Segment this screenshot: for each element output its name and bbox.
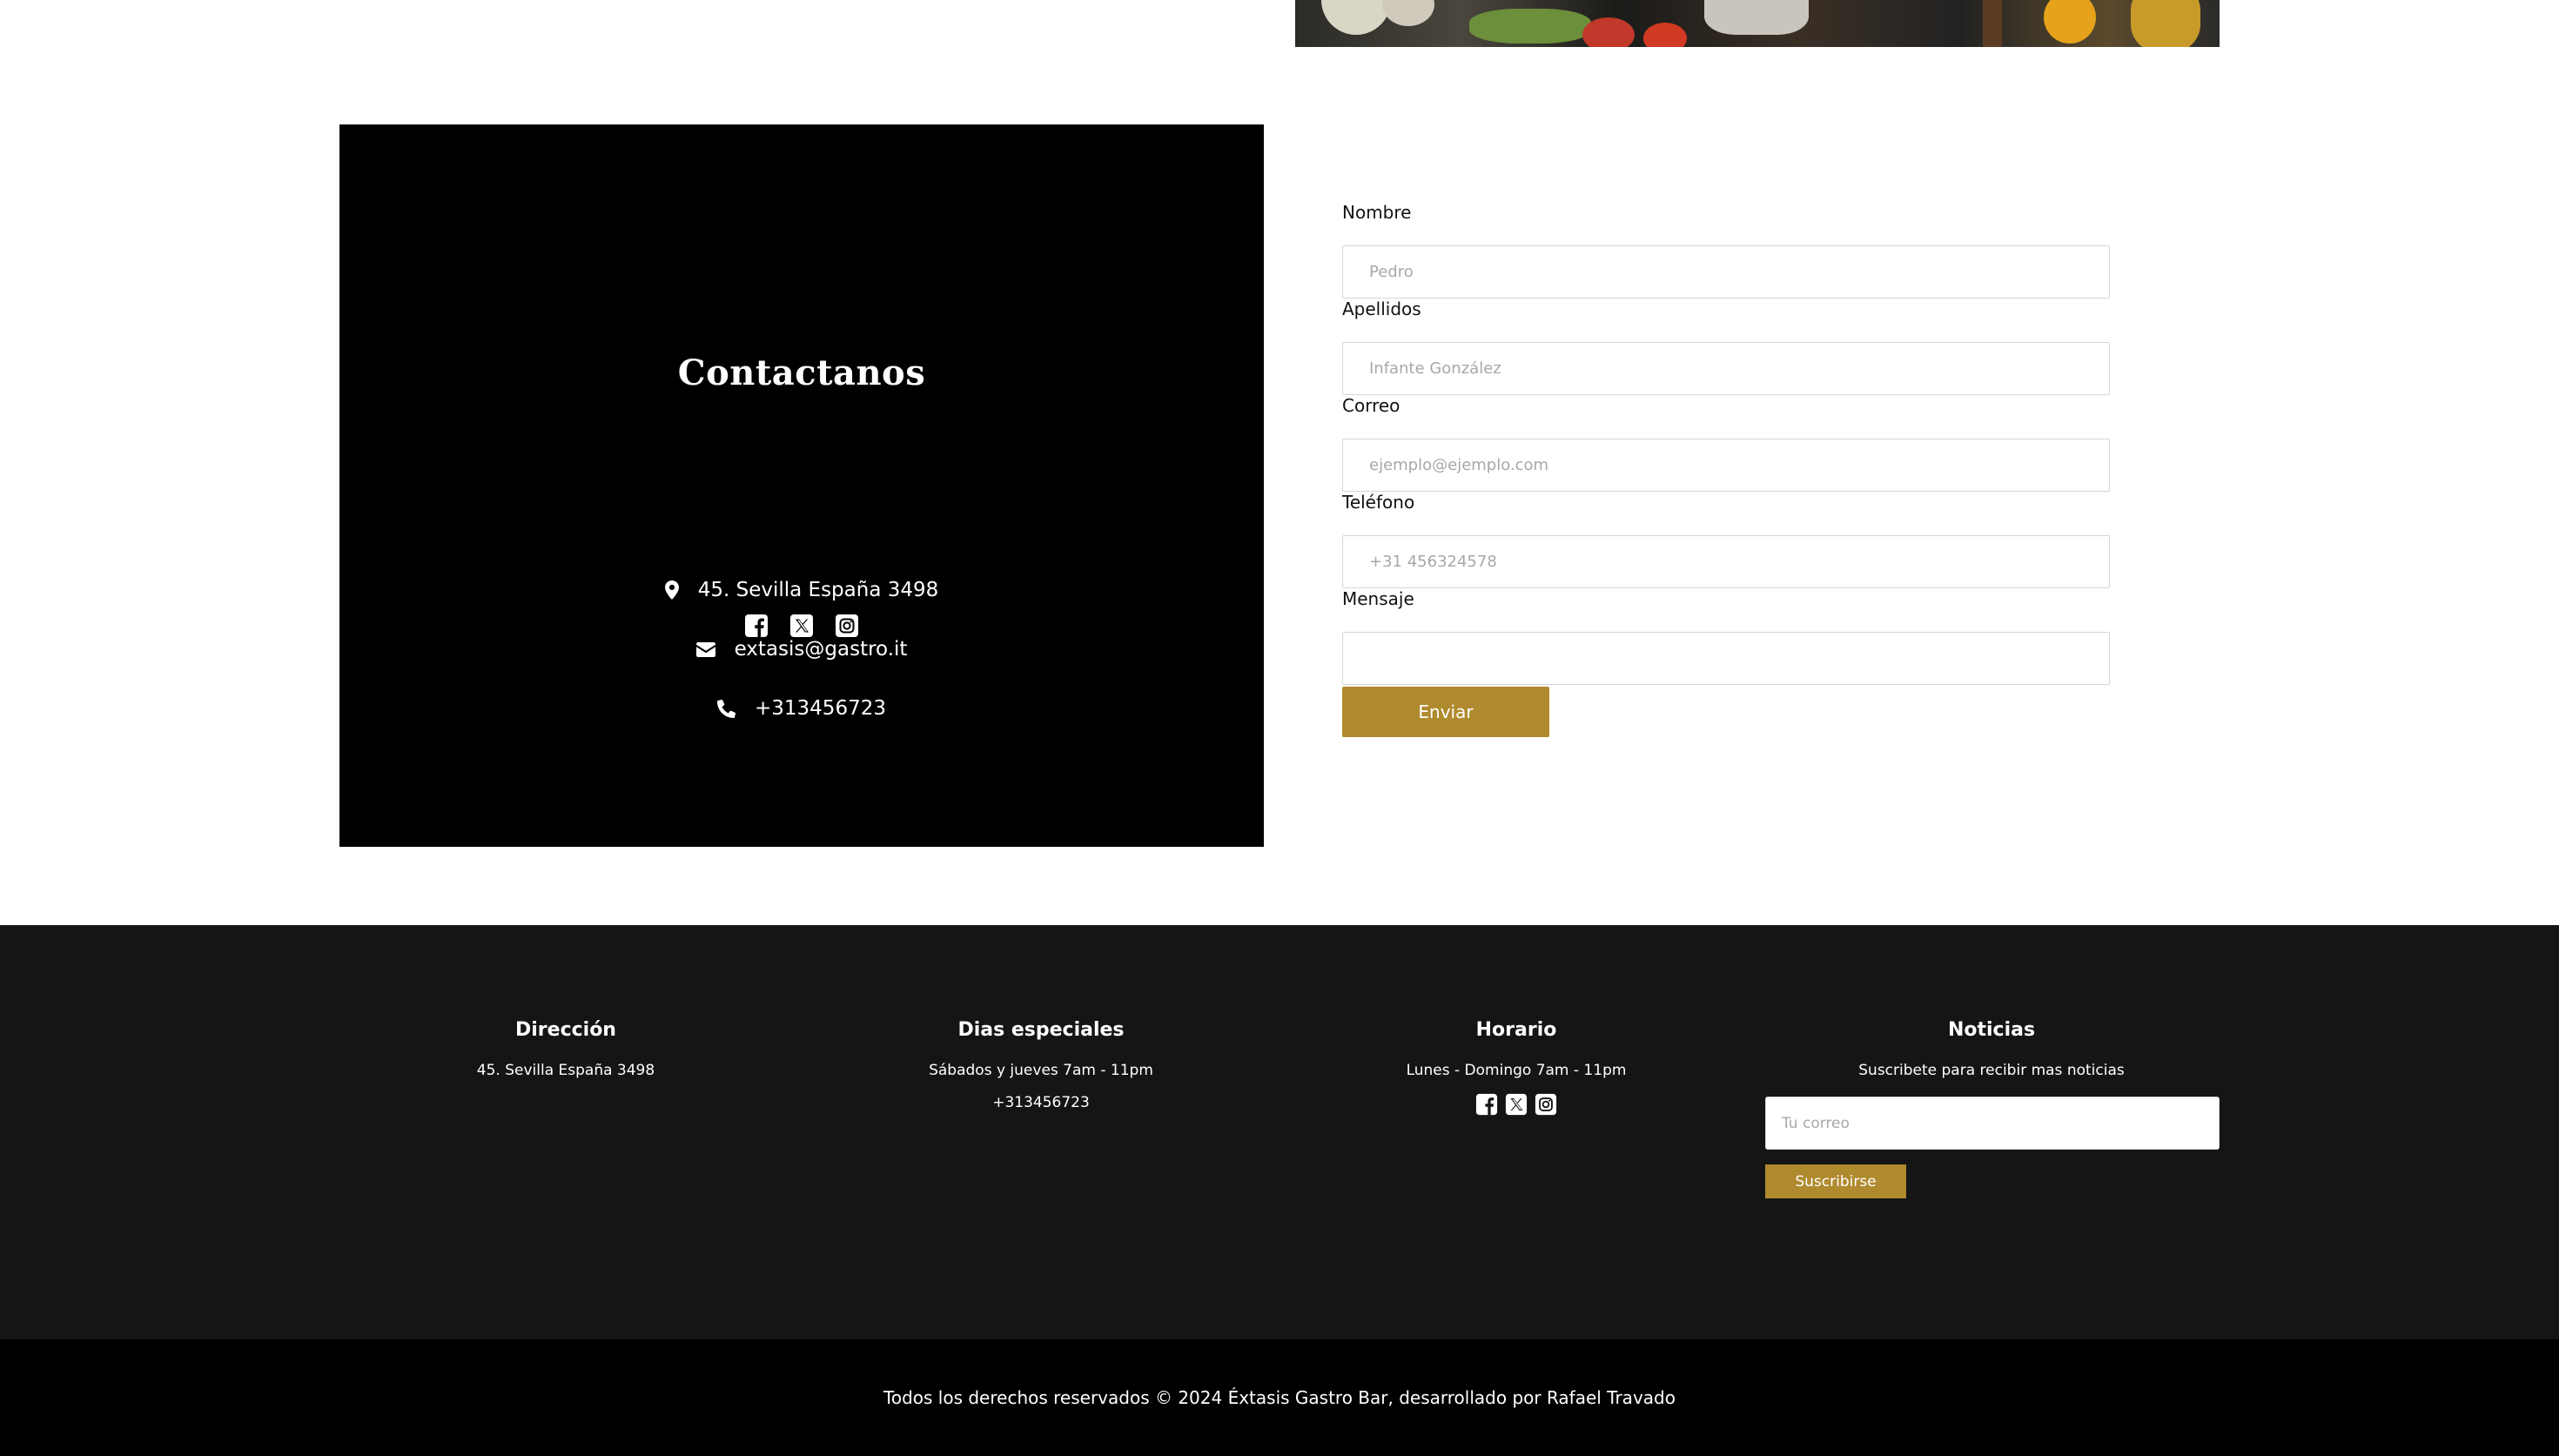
footer-social-links — [1299, 1093, 1734, 1116]
contact-social-links — [339, 614, 1264, 638]
contact-panel: Contactanos 45. Sevilla España 3498 exta… — [339, 124, 1264, 847]
footer-special-hours: Sábados y jueves 7am - 11pm — [929, 1062, 1153, 1079]
footer-col-title: Dias especiales — [957, 1019, 1125, 1041]
contact-phone-row: +313456723 — [339, 697, 1264, 720]
nombre-label: Nombre — [1342, 202, 1412, 223]
footer-col-hours: Horario Lunes - Domingo 7am - 11pm — [1299, 1019, 1734, 1116]
apellidos-input[interactable] — [1342, 342, 2110, 395]
footer-newsletter-text: Suscribete para recibir mas noticias — [1858, 1062, 2125, 1079]
contact-phone[interactable]: +313456723 — [755, 697, 886, 720]
contact-address: 45. Sevilla España 3498 — [697, 579, 939, 601]
instagram-icon[interactable] — [1535, 1093, 1557, 1116]
contact-address-row: 45. Sevilla España 3498 — [339, 579, 1264, 601]
tomato-shape-2 — [1643, 23, 1687, 47]
pepper-mill-shape — [1983, 0, 2002, 47]
footer-hours: Lunes - Domingo 7am - 11pm — [1406, 1062, 1627, 1079]
correo-input[interactable] — [1342, 439, 2110, 492]
send-button[interactable]: Enviar — [1342, 687, 1549, 737]
kitchen-photo — [1295, 0, 2220, 47]
contact-title: Contactanos — [677, 352, 926, 393]
copyright-text: Todos los derechos reservados © 2024 Éxt… — [883, 1387, 1676, 1408]
newsletter-email-input[interactable] — [1765, 1097, 2220, 1150]
tomato-shape — [1582, 17, 1635, 47]
correo-label: Correo — [1342, 395, 1400, 416]
x-icon[interactable] — [789, 614, 814, 638]
telefono-input[interactable] — [1342, 535, 2110, 588]
footer-address: 45. Sevilla España 3498 — [476, 1062, 655, 1079]
telefono-label: Teléfono — [1342, 492, 1415, 513]
envelope-icon — [695, 641, 715, 657]
cauliflower-shape — [1321, 0, 1391, 35]
copyright-bar: Todos los derechos reservados © 2024 Éxt… — [0, 1339, 2559, 1456]
mensaje-label: Mensaje — [1342, 588, 1414, 609]
footer-col-title: Horario — [1475, 1019, 1557, 1041]
greens-shape — [1469, 9, 1591, 44]
contact-email[interactable]: extasis@gastro.it — [735, 638, 908, 661]
footer-col-newsletter: Noticias Suscribete para recibir mas not… — [1774, 1019, 2209, 1079]
pineapple-shape — [2131, 0, 2200, 47]
apellidos-label: Apellidos — [1342, 299, 1421, 319]
orange-shape — [2044, 0, 2096, 44]
footer-col-title: Dirección — [515, 1019, 616, 1041]
footer-col-title: Noticias — [1947, 1019, 2036, 1041]
nombre-input[interactable] — [1342, 245, 2110, 299]
mensaje-input[interactable] — [1342, 632, 2110, 685]
facebook-icon[interactable] — [744, 614, 769, 638]
contact-email-row: extasis@gastro.it — [339, 638, 1264, 661]
chef-apron-shape — [1704, 0, 1809, 35]
instagram-icon[interactable] — [835, 614, 859, 638]
footer-col-special-days: Dias especiales Sábados y jueves 7am - 1… — [823, 1019, 1259, 1111]
footer-phone[interactable]: +313456723 — [823, 1094, 1259, 1111]
subscribe-button[interactable]: Suscribirse — [1765, 1164, 1906, 1198]
cauliflower-shape-2 — [1382, 0, 1434, 26]
phone-icon — [717, 699, 735, 718]
footer-col-address: Dirección 45. Sevilla España 3498 — [348, 1019, 783, 1079]
facebook-icon[interactable] — [1475, 1093, 1498, 1116]
map-marker-icon — [664, 580, 679, 600]
x-icon[interactable] — [1505, 1093, 1528, 1116]
